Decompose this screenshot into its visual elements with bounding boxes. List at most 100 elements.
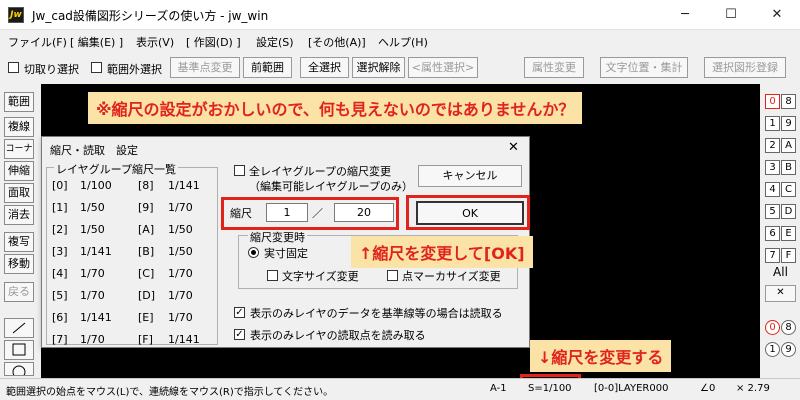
layer-scale-left: 1/50: [80, 201, 105, 214]
clear-icon[interactable]: ✕: [765, 285, 796, 302]
menu-settings[interactable]: 設定(S): [256, 34, 294, 50]
text-pos-button[interactable]: 文字位置・集計: [600, 57, 688, 78]
layer-scale-right: 1/141: [168, 333, 200, 346]
layer-group-4[interactable]: 4: [765, 182, 780, 197]
layer-group-2[interactable]: 2: [765, 138, 780, 153]
status-ratio[interactable]: × 2.79: [736, 383, 770, 394]
all-change-checkbox[interactable]: [234, 165, 245, 176]
status-paper[interactable]: A-1: [490, 383, 507, 394]
layer-group-a[interactable]: A: [781, 138, 796, 153]
layer-id-right: [A]: [138, 223, 155, 236]
layer-group-3[interactable]: 3: [765, 160, 780, 175]
tool-corner[interactable]: コーナー: [4, 139, 34, 172]
fixed-size-radio[interactable]: [248, 247, 259, 258]
toolbar: 切取り選択 範囲外選択 基準点変更 前範囲 全選択 選択解除 <属性選択> 属性…: [0, 54, 800, 82]
status-layer[interactable]: [0-0]LAYER000: [594, 383, 668, 394]
layer-id-right: [B]: [138, 245, 155, 258]
maximize-button[interactable]: ☐: [708, 0, 754, 30]
layer-scale-right: 1/70: [168, 289, 193, 302]
layer-9[interactable]: 9: [781, 342, 796, 357]
prev-range-button[interactable]: 前範囲: [243, 57, 292, 78]
tool-range[interactable]: 範囲: [4, 92, 34, 112]
layer-1[interactable]: 1: [765, 342, 780, 357]
menu-file[interactable]: ファイル(F): [8, 34, 67, 50]
layer-group-7[interactable]: 7: [765, 248, 780, 263]
text-size-label: 文字サイズ変更: [282, 270, 359, 283]
cut-select-checkbox[interactable]: [8, 62, 19, 73]
menu-edit[interactable]: [ 編集(E) ]: [70, 34, 123, 50]
annotation-bottom: ↓縮尺を変更する: [530, 340, 672, 372]
layer-8[interactable]: 8: [781, 320, 796, 335]
layer-group-c[interactable]: C: [781, 182, 796, 197]
opt1-checkbox[interactable]: ✓: [234, 307, 245, 318]
layer-scale-right: 1/70: [168, 201, 193, 214]
tool-undo[interactable]: 戻る: [4, 282, 34, 302]
layer-scale-right: 1/50: [168, 245, 193, 258]
status-scale[interactable]: S=1/100: [528, 383, 572, 394]
tool-move[interactable]: 移動: [4, 254, 34, 274]
tool-stretch[interactable]: 伸縮: [4, 161, 34, 181]
cancel-button[interactable]: キャンセル: [418, 165, 522, 187]
rectangle-tool[interactable]: [4, 340, 34, 360]
tool-chamfer[interactable]: 面取: [4, 183, 34, 203]
layer-group-b[interactable]: B: [781, 160, 796, 175]
outside-select-checkbox[interactable]: [91, 62, 102, 73]
layer-id-right: [E]: [138, 311, 154, 324]
title-bar: Jw Jw_cad設備図形シリーズの使い方 - jw_win ─ ☐ ✕: [0, 0, 800, 30]
layer-scale-left: 1/141: [80, 245, 112, 258]
attr-change-button[interactable]: 属性変更: [524, 57, 584, 78]
layer-id-left: [2]: [52, 223, 68, 236]
tool-erase[interactable]: 消去: [4, 205, 34, 225]
tool-parallel[interactable]: 複線: [4, 117, 34, 137]
text-size-checkbox[interactable]: [267, 270, 278, 281]
all-change-label: 全レイヤグループの縮尺変更: [249, 165, 392, 178]
select-all-button[interactable]: 全選択: [300, 57, 349, 78]
dialog-title: 縮尺・読取 設定: [50, 144, 138, 157]
layer-id-left: [1]: [52, 201, 68, 214]
layer-group-5[interactable]: 5: [765, 204, 780, 219]
layer-group-1[interactable]: 1: [765, 116, 780, 131]
all-change-sublabel: （編集可能レイヤグループのみ）: [249, 180, 414, 193]
menu-help[interactable]: ヘルプ(H): [378, 34, 428, 50]
register-shape-button[interactable]: 選択図形登録: [704, 57, 786, 78]
annotation-ok: ↑縮尺を変更して[OK]: [351, 236, 533, 268]
marker-size-checkbox[interactable]: [387, 270, 398, 281]
menu-other[interactable]: [その他(A)]: [308, 34, 366, 50]
layer-id-left: [7]: [52, 333, 68, 346]
attr-select-button[interactable]: <属性選択>: [408, 57, 478, 78]
status-angle[interactable]: ∠0: [700, 383, 715, 394]
layer-0[interactable]: 0: [765, 320, 780, 335]
menu-draw[interactable]: [ 作図(D) ]: [186, 34, 241, 50]
layer-group-8[interactable]: 8: [781, 94, 796, 109]
annotation-top: ※縮尺の設定がおかしいので、何も見えないのではありませんか？: [88, 92, 583, 124]
close-button[interactable]: ✕: [754, 0, 800, 30]
menu-view[interactable]: 表示(V): [136, 34, 174, 50]
circle-tool[interactable]: [4, 362, 34, 379]
layer-scale-left: 1/50: [80, 223, 105, 236]
tool-copy[interactable]: 複写: [4, 232, 34, 252]
app-icon: Jw: [8, 7, 24, 23]
opt1-label: 表示のみレイヤのデータを基準線等の場合は読取る: [250, 307, 503, 320]
layer-scale-right: 1/70: [168, 311, 193, 324]
layer-id-left: [6]: [52, 311, 68, 324]
line-tool[interactable]: [4, 318, 34, 338]
left-tool-panel: 範囲 複線 コーナー 伸縮 面取 消去 複写 移動 戻る: [0, 84, 41, 379]
layer-scale-left: 1/100: [80, 179, 112, 192]
layer-group-e[interactable]: E: [781, 226, 796, 241]
layer-group-6[interactable]: 6: [765, 226, 780, 241]
minimize-button[interactable]: ─: [662, 0, 708, 30]
layer-group-d[interactable]: D: [781, 204, 796, 219]
layer-group-f[interactable]: F: [781, 248, 796, 263]
layer-group-0[interactable]: 0: [765, 94, 780, 109]
fixed-size-label: 実寸固定: [264, 247, 308, 260]
base-point-button[interactable]: 基準点変更: [170, 57, 240, 78]
change-group-title: 縮尺変更時: [248, 229, 307, 245]
layer-group-9[interactable]: 9: [781, 116, 796, 131]
dialog-close-icon[interactable]: ✕: [508, 140, 519, 155]
layer-id-right: [F]: [138, 333, 153, 346]
opt2-checkbox[interactable]: ✓: [234, 329, 245, 340]
menu-bar: ファイル(F) [ 編集(E) ] 表示(V) [ 作図(D) ] 設定(S) …: [0, 30, 800, 54]
deselect-button[interactable]: 選択解除: [352, 57, 405, 78]
layer-id-left: [4]: [52, 267, 68, 280]
all-layers-button[interactable]: All: [765, 266, 796, 282]
